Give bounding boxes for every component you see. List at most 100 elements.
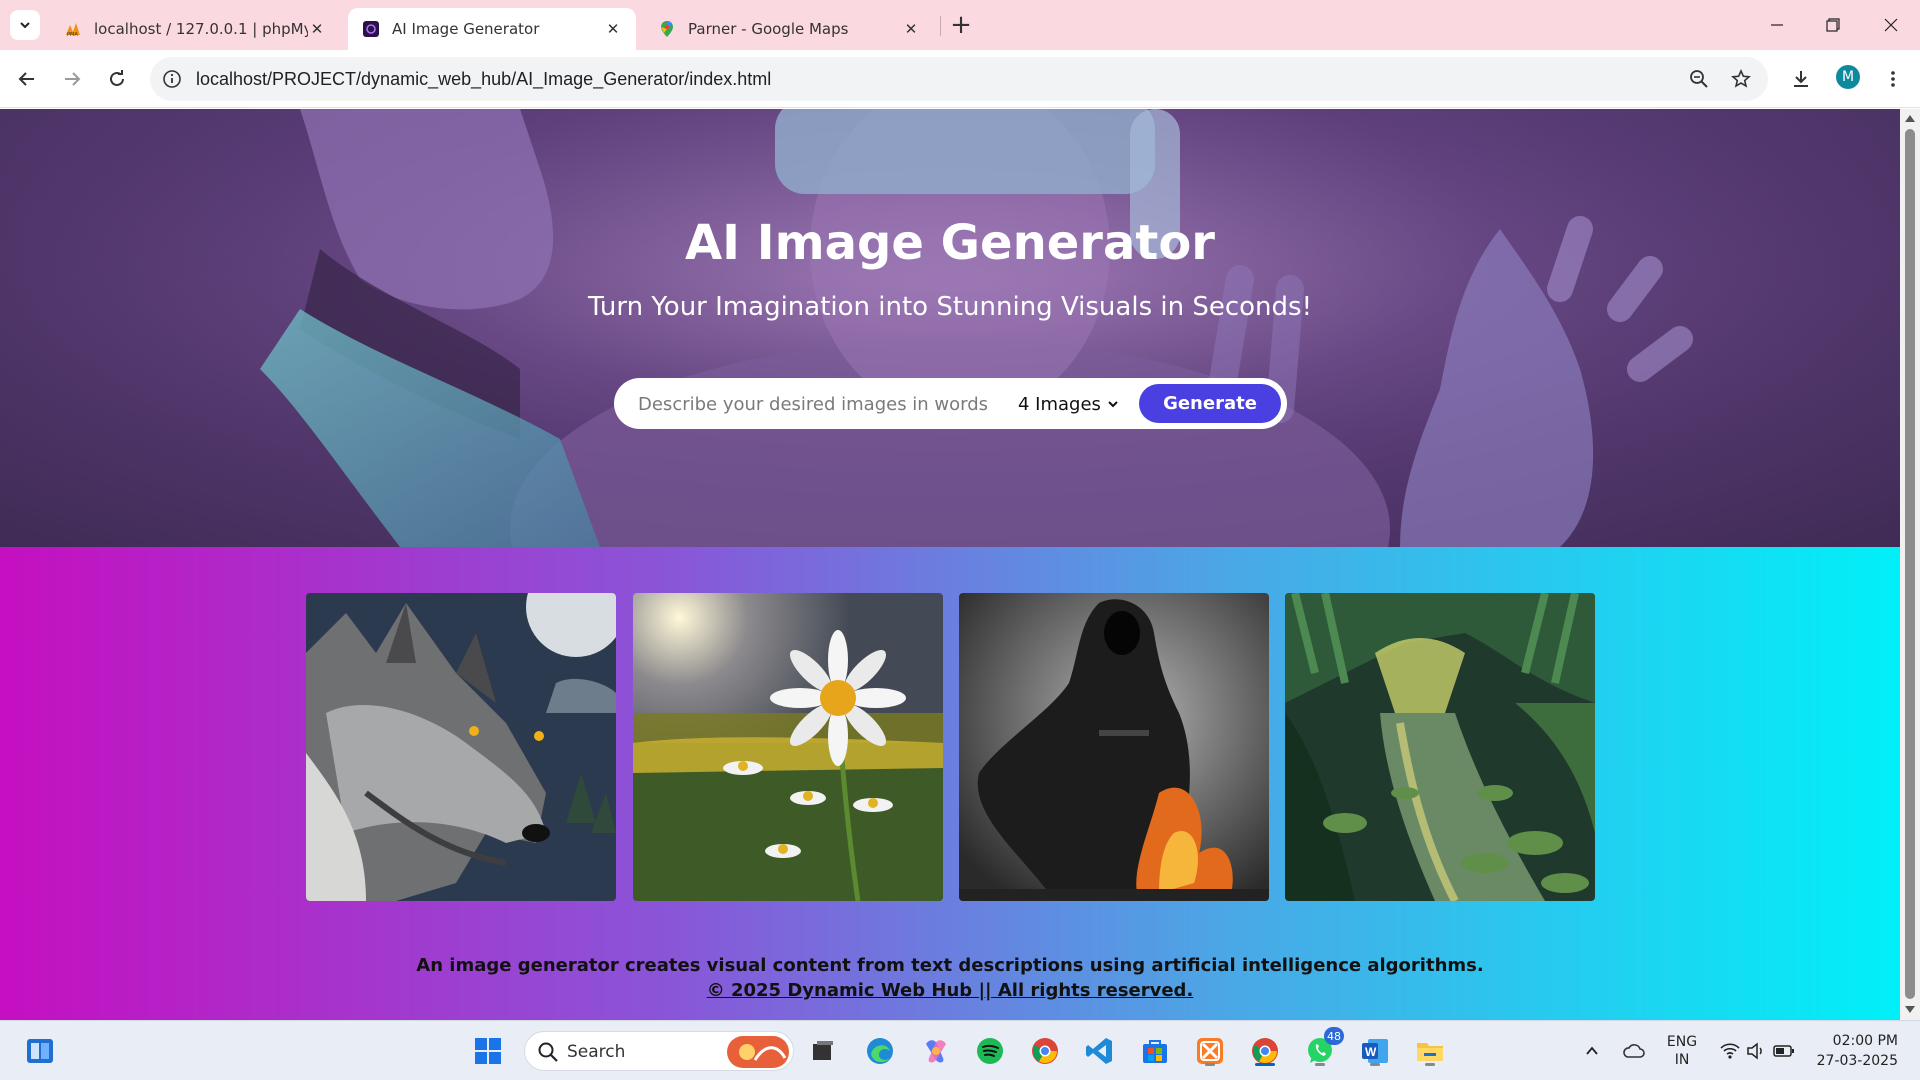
copilot-icon [926,1040,946,1063]
bookmark-button[interactable] [1730,68,1752,90]
running-indicator [1425,1063,1435,1066]
spotify-icon [977,1038,1003,1064]
scroll-up-arrow-icon[interactable] [1904,113,1916,123]
back-button[interactable] [12,64,42,94]
jungle-river-image [1285,593,1595,901]
taskbar-file-explorer[interactable] [1412,1033,1448,1069]
generated-image-jungle-river[interactable] [1285,593,1595,901]
start-button[interactable] [470,1033,506,1069]
battery-button[interactable] [1766,1033,1802,1069]
wolf-image [306,593,616,901]
task-view-icon [813,1041,833,1060]
new-tab-button[interactable]: + [948,10,974,40]
download-icon [1794,71,1808,87]
scrollbar-thumb[interactable] [1905,129,1915,999]
chevron-down-icon [1108,401,1118,408]
tab-separator [940,16,941,36]
chrome-icon [1032,1038,1058,1064]
word-icon: W [1362,1039,1388,1063]
browser-toolbar: localhost/PROJECT/dynamic_web_hub/AI_Ima… [0,50,1920,108]
taskbar-copilot[interactable] [918,1033,954,1069]
hero-section: AI Image Generator Turn Your Imagination… [0,109,1900,547]
generate-button[interactable]: Generate [1139,384,1281,423]
windows-logo-icon [475,1038,501,1064]
clock-time: 02:00 PM [1832,1033,1898,1049]
reload-icon [110,70,124,86]
zoom-button[interactable] [1688,68,1710,90]
taskbar-search-box[interactable]: Search [524,1031,794,1071]
restore-button[interactable] [1818,10,1848,40]
prompt-input[interactable] [638,390,998,418]
chevron-up-icon [1586,1046,1598,1055]
generated-image-wolf[interactable] [306,593,616,901]
chrome-icon [1252,1038,1278,1064]
close-tab-icon[interactable]: ✕ [604,20,622,38]
svg-text:W: W [1365,1045,1377,1059]
site-info-icon[interactable] [162,69,182,89]
running-indicator [1370,1063,1380,1066]
taskbar-clock[interactable]: 02:00 PM 27-03-2025 [1808,1031,1898,1071]
store-icon [1143,1040,1167,1063]
phpmyadmin-icon: PMA [66,23,80,38]
close-tab-icon[interactable]: ✕ [902,20,920,38]
onedrive-button[interactable] [1616,1033,1652,1069]
speaker-icon [1747,1042,1762,1060]
downloads-button[interactable] [1786,64,1816,94]
generated-image-hooded-figure[interactable] [959,593,1269,901]
taskbar-chrome[interactable] [1027,1033,1063,1069]
tab-search-button[interactable] [10,10,40,40]
page-subtitle: Turn Your Imagination into Stunning Visu… [587,292,1312,322]
taskbar-task-view[interactable] [805,1033,841,1069]
language-code: ENG [1666,1034,1698,1050]
taskbar-word[interactable]: W [1357,1033,1393,1069]
image-count-select[interactable]: 4 Images [1018,390,1119,418]
region-code: IN [1674,1052,1690,1068]
tab-title: AI Image Generator [392,20,540,38]
taskbar-whatsapp[interactable]: 48 [1302,1027,1344,1069]
restore-icon [1826,18,1840,32]
vscode-icon [1086,1038,1112,1064]
taskbar-store[interactable] [1137,1033,1173,1069]
footer-copyright-link[interactable]: © 2025 Dynamic Web Hub || All rights res… [0,980,1900,1001]
scroll-down-arrow-icon[interactable] [1904,1005,1916,1015]
profile-avatar[interactable]: M [1836,65,1860,89]
star-icon [1731,69,1751,88]
tab-ai-image-generator[interactable]: AI Image Generator ✕ [348,8,636,50]
browser-menu-button[interactable] [1878,64,1908,94]
taskbar-spotify[interactable] [972,1033,1008,1069]
tab-google-maps[interactable]: Parner - Google Maps ✕ [644,8,934,50]
tab-title: Parner - Google Maps [688,20,849,38]
cloud-icon [1623,1044,1645,1058]
tab-phpmyadmin[interactable]: PMA localhost / 127.0.0.1 | phpMyAd ✕ [50,8,340,50]
google-maps-icon [661,21,673,37]
show-hidden-icons-button[interactable] [1574,1033,1610,1069]
url-text[interactable]: localhost/PROJECT/dynamic_web_hub/AI_Ima… [196,69,771,90]
gallery-section: An image generator creates visual conten… [0,547,1900,1020]
close-icon [1884,18,1898,32]
ai-generator-icon [363,21,379,37]
widgets-button[interactable] [22,1033,58,1069]
generate-form: 4 Images Generate [614,378,1287,429]
page-scrollbar[interactable] [1900,109,1920,1020]
notification-badge: 48 [1324,1027,1344,1045]
address-bar[interactable]: localhost/PROJECT/dynamic_web_hub/AI_Ima… [150,57,1768,101]
taskbar-search-label: Search [567,1042,626,1062]
close-tab-icon[interactable]: ✕ [308,20,326,38]
minimize-button[interactable] [1762,10,1792,40]
svg-text:PMA: PMA [67,32,78,38]
hero-background-image [0,109,1900,547]
close-window-button[interactable] [1876,10,1906,40]
battery-icon [1773,1045,1794,1057]
arrow-right-icon [65,72,81,86]
taskbar-edge[interactable] [862,1033,898,1069]
language-indicator[interactable]: ENG IN [1660,1033,1704,1069]
taskbar-xampp[interactable] [1192,1033,1228,1069]
hooded-figure-image [959,593,1269,901]
tab-title: localhost / 127.0.0.1 | phpMyAd [94,20,308,38]
taskbar-vscode[interactable] [1082,1033,1118,1069]
taskbar-chrome-active[interactable] [1247,1033,1283,1069]
running-indicator [1315,1063,1325,1066]
generated-image-daisy[interactable] [633,593,943,901]
reload-button[interactable] [102,64,132,94]
forward-button[interactable] [57,64,87,94]
